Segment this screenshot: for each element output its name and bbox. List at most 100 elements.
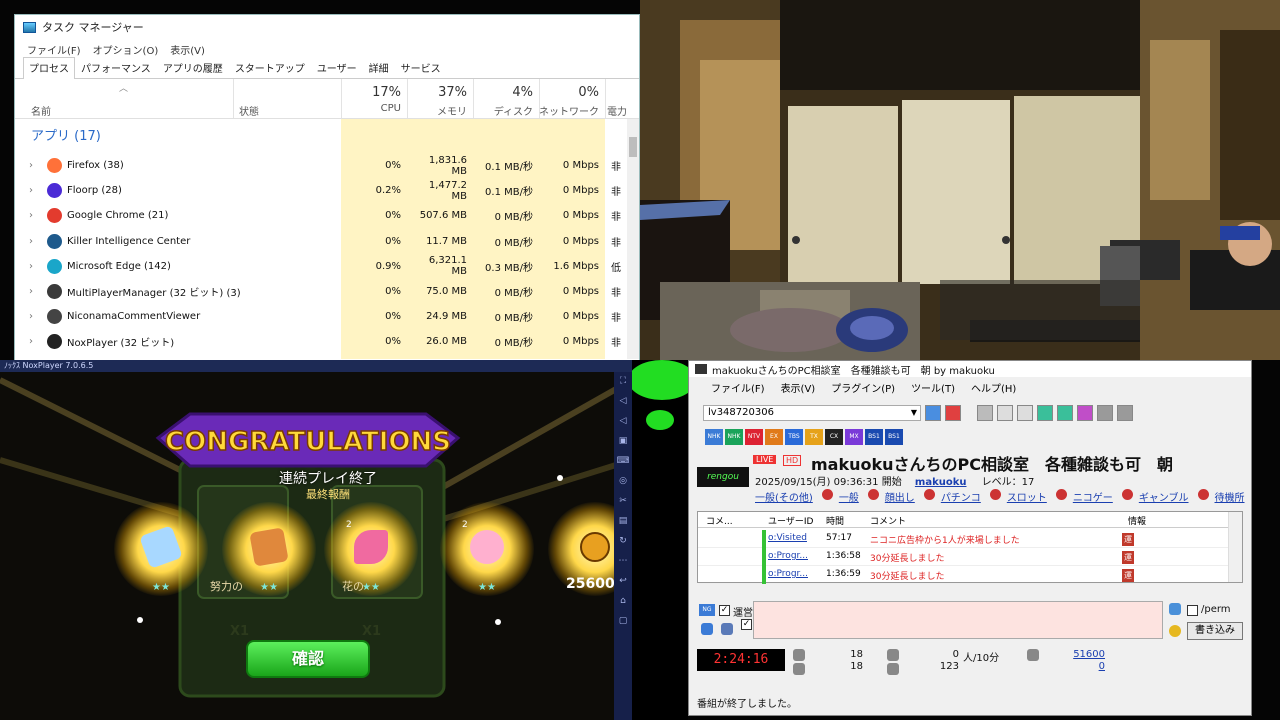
stat-c2[interactable]: 0 (1059, 661, 1105, 672)
apps-group-label[interactable]: アプリ (17) (31, 125, 101, 144)
screenshot-icon[interactable]: ▣ (614, 436, 632, 446)
expand-chevron-icon[interactable]: › (29, 210, 33, 221)
tab-performance[interactable]: パフォーマンス (75, 57, 157, 78)
post-button[interactable]: 書き込み (1187, 622, 1243, 640)
comment-row[interactable]: o:Progr... 1:36:58 30分延長しました 運 (698, 548, 1228, 566)
viewer-menu-file[interactable]: ファイル(F) (711, 380, 765, 395)
toolbar-icon-3[interactable] (1017, 405, 1033, 421)
viewer-menu-tools[interactable]: ツール(T) (911, 380, 955, 395)
channel-button-5[interactable]: TBS (785, 429, 803, 445)
header-disk-percent[interactable]: 4% (477, 85, 533, 100)
comment-user[interactable]: o:Progr... (768, 551, 808, 561)
perm-checkbox[interactable] (1187, 605, 1198, 616)
col-comment-no[interactable]: コメ... (706, 514, 733, 527)
fullscreen-icon[interactable]: ⛶ (614, 376, 632, 386)
volume-down-icon[interactable]: ◁ (614, 416, 632, 426)
expand-chevron-icon[interactable]: › (29, 185, 33, 196)
sort-chevron-icon[interactable]: ︿ (119, 81, 128, 94)
volume-up-icon[interactable]: ◁ (614, 396, 632, 406)
viewer-menu-help[interactable]: ヘルプ(H) (971, 380, 1016, 395)
viewer-menu-view[interactable]: 表示(V) (781, 380, 816, 395)
menu-view[interactable]: 表示(V) (170, 42, 205, 57)
owner-link[interactable]: makuoku (915, 477, 967, 488)
reward-item-1[interactable]: ★★ (114, 502, 208, 596)
category-link[interactable]: ギャンブル (1139, 489, 1189, 504)
category-link[interactable]: 一般 (839, 489, 859, 504)
channel-button-9[interactable]: BS1 (865, 429, 883, 445)
channel-button-2[interactable]: NHK (725, 429, 743, 445)
header-disk[interactable]: ディスク (477, 103, 533, 118)
category-link[interactable]: スロット (1007, 489, 1047, 504)
combo-dropdown-icon[interactable]: ▼ (911, 406, 917, 420)
comment-grid-scrollbar[interactable] (1228, 512, 1242, 582)
category-link[interactable]: 顔出し (885, 489, 915, 504)
header-cpu-percent[interactable]: 17% (345, 85, 401, 100)
task-manager-titlebar[interactable]: タスク マネージャー (15, 15, 639, 39)
toolbar-icon-1[interactable] (977, 405, 993, 421)
process-row[interactable]: › NoxPlayer (32 ビット) 0% 26.0 MB 0 MB/秒 0 Mbps… (15, 329, 627, 354)
expand-chevron-icon[interactable]: › (29, 311, 33, 322)
pen-icon[interactable] (1169, 603, 1181, 615)
process-row[interactable]: › MultiPlayerManager (32 ビット) (3) 0% 75.0 M… (15, 279, 627, 304)
expand-chevron-icon[interactable]: › (29, 286, 33, 297)
comment-user[interactable]: o:Progr... (768, 569, 808, 579)
header-net-percent[interactable]: 0% (539, 85, 599, 100)
comment-input[interactable] (753, 601, 1163, 639)
keyboard-icon[interactable] (701, 623, 713, 635)
reward-item-3[interactable]: 2 ★★ (324, 502, 418, 596)
tab-app-history[interactable]: アプリの履歴 (157, 57, 229, 78)
comment-user[interactable]: o:Visited (768, 533, 807, 543)
list-icon[interactable] (721, 623, 733, 635)
apk-icon[interactable]: ▤ (614, 516, 632, 526)
channel-button-7[interactable]: CX (825, 429, 843, 445)
process-row[interactable]: › Microsoft Edge (142) 0.9% 6,321.1 MB 0.3 M… (15, 254, 627, 279)
menu-file[interactable]: ファイル(F) (27, 42, 81, 57)
stat-c1[interactable]: 51600 (1059, 649, 1105, 660)
confirm-button[interactable]: 確認 (246, 640, 370, 678)
process-row[interactable]: › Google Chrome (21) 0% 507.6 MB 0 MB/秒 0 Mbp… (15, 203, 627, 228)
header-net[interactable]: ネットワーク (539, 103, 599, 118)
rotate-icon[interactable]: ↻ (614, 536, 632, 546)
live-id-combobox[interactable]: lv348720306 ▼ (703, 405, 921, 421)
process-row[interactable]: › Floorp (28) 0.2% 1,477.2 MB 0.1 MB/秒 0 Mbps… (15, 178, 627, 203)
back-icon[interactable]: ↩ (614, 576, 632, 586)
tab-users[interactable]: ユーザー (311, 57, 363, 78)
more-icon[interactable]: ⋯ (614, 556, 632, 566)
category-link[interactable]: ニコゲー (1073, 489, 1113, 504)
col-time[interactable]: 時間 (826, 514, 844, 527)
header-power[interactable]: 電力 (607, 103, 633, 118)
expand-chevron-icon[interactable]: › (29, 261, 33, 272)
header-name[interactable]: 名前 (31, 103, 51, 118)
ng-button[interactable]: NG (699, 604, 715, 616)
process-row[interactable]: › Firefox (38) 0% 1,831.6 MB 0.1 MB/秒 0 Mbps 非 (15, 153, 627, 178)
disconnect-icon[interactable] (945, 405, 961, 421)
channel-button-1[interactable]: NHK (705, 429, 723, 445)
toolbar-icon-6[interactable] (1077, 405, 1093, 421)
col-comment[interactable]: コメント (870, 514, 906, 527)
header-cpu[interactable]: CPU (345, 103, 401, 114)
reward-item-4[interactable]: 2 ★★ (440, 502, 534, 596)
cut-icon[interactable]: ✂ (614, 496, 632, 506)
menu-options[interactable]: オプション(O) (93, 42, 159, 57)
channel-button-3[interactable]: NTV (745, 429, 763, 445)
category-link[interactable]: 待機所 (1215, 489, 1245, 504)
toolbar-icon-7[interactable] (1097, 405, 1113, 421)
expand-chevron-icon[interactable]: › (29, 160, 33, 171)
nox-titlebar[interactable]: ﾉｯｸｽ NoxPlayer 7.0.6.5 (0, 360, 632, 372)
extra-checkbox[interactable]: ✓ (741, 619, 752, 630)
expand-chevron-icon[interactable]: › (29, 336, 33, 347)
channel-button-6[interactable]: TX (805, 429, 823, 445)
toolbar-icon-4[interactable] (1037, 405, 1053, 421)
location-icon[interactable]: ◎ (614, 476, 632, 486)
viewer-menu-plugin[interactable]: プラグイン(P) (831, 380, 895, 395)
viewer-titlebar[interactable]: makuokuさんちのPC相談室 各種雑談も可 朝 by makuoku (689, 361, 1251, 377)
tab-details[interactable]: 詳細 (363, 57, 395, 78)
toolbar-icon-2[interactable] (997, 405, 1013, 421)
process-row[interactable]: › NiconamaCommentViewer 0% 24.9 MB 0 MB/秒 0 M… (15, 304, 627, 329)
settings-icon[interactable] (1117, 405, 1133, 421)
tab-startup[interactable]: スタートアップ (229, 57, 311, 78)
header-mem[interactable]: メモリ (411, 103, 467, 118)
channel-button-4[interactable]: EX (765, 429, 783, 445)
header-mem-percent[interactable]: 37% (411, 85, 467, 100)
process-row[interactable]: › Killer Intelligence Center 0% 11.7 MB 0 MB… (15, 229, 627, 254)
